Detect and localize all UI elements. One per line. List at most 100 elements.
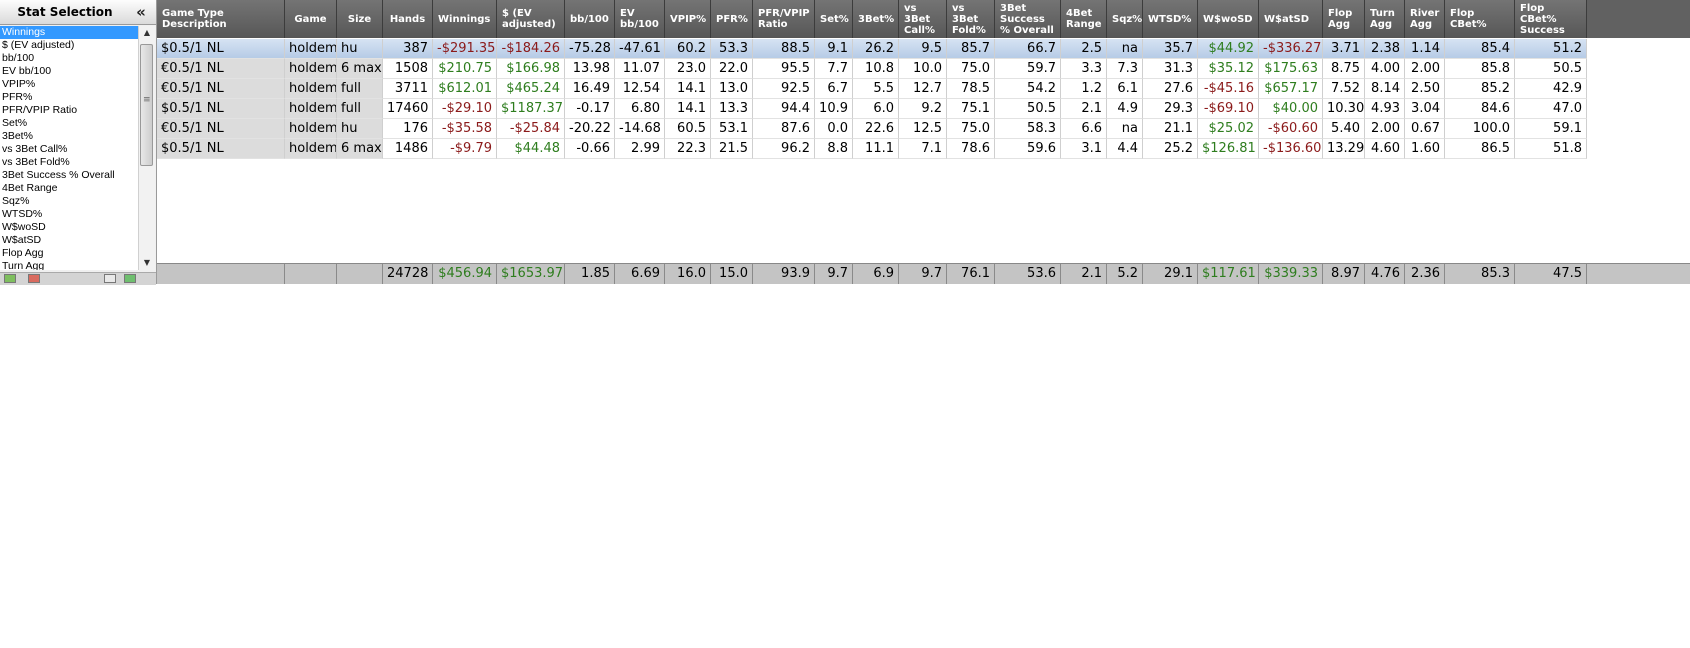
table-cell: hu (337, 119, 383, 139)
table-cell: -$25.84 (497, 119, 565, 139)
table-cell: 22.3 (665, 139, 711, 159)
column-header[interactable]: 4Bet Range (1061, 0, 1107, 38)
table-cell: -0.17 (565, 99, 615, 119)
stat-list-item[interactable]: W$atSD (0, 234, 138, 247)
column-header[interactable]: vs 3Bet Fold% (947, 0, 995, 38)
column-header[interactable]: vs 3Bet Call% (899, 0, 947, 38)
stat-list[interactable]: Winnings $ (EV adjusted) bb/100 EV bb/100 VP… (0, 26, 138, 270)
import-icon[interactable] (28, 274, 40, 283)
totals-cell (157, 264, 285, 284)
table-row[interactable]: $0.5/1 NL holdem hu 387 -$291.35 -$184.26 -75.… (157, 39, 1690, 59)
table-cell: 25.2 (1143, 139, 1198, 159)
stat-list-item[interactable]: Set% (0, 117, 138, 130)
table-cell: 2.99 (615, 139, 665, 159)
column-header[interactable]: PFR% (711, 0, 753, 38)
grid-header: Game Type Description Game Size Hands Winnin… (157, 0, 1690, 38)
stat-list-item[interactable]: PFR% (0, 91, 138, 104)
table-cell: 4.9 (1107, 99, 1143, 119)
table-cell: -$60.60 (1259, 119, 1323, 139)
table-cell: -47.61 (615, 39, 665, 59)
column-header[interactable]: Hands (383, 0, 433, 38)
table-cell: 2.00 (1365, 119, 1405, 139)
column-header[interactable]: W$woSD (1198, 0, 1259, 38)
column-header[interactable]: Flop Agg (1323, 0, 1365, 38)
column-header[interactable]: River Agg (1405, 0, 1445, 38)
settings-icon[interactable] (104, 274, 116, 283)
scroll-up-arrow-icon[interactable]: ▲ (139, 26, 155, 40)
table-cell: 6.80 (615, 99, 665, 119)
table-cell: 29.3 (1143, 99, 1198, 119)
table-cell: 1486 (383, 139, 433, 159)
table-cell: 6.1 (1107, 79, 1143, 99)
table-cell: 11.1 (853, 139, 899, 159)
table-cell: 84.6 (1445, 99, 1515, 119)
column-header[interactable]: Sqz% (1107, 0, 1143, 38)
column-header[interactable]: bb/100 (565, 0, 615, 38)
table-cell: $166.98 (497, 59, 565, 79)
stat-list-item[interactable]: 3Bet% (0, 130, 138, 143)
totals-cell: 8.97 (1323, 264, 1365, 284)
column-header[interactable]: Winnings (433, 0, 497, 38)
table-cell: 10.30 (1323, 99, 1365, 119)
stat-list-item[interactable]: Flop Agg (0, 247, 138, 260)
column-header[interactable]: $ (EV adjusted) (497, 0, 565, 38)
column-header[interactable]: VPIP% (665, 0, 711, 38)
table-cell: 12.7 (899, 79, 947, 99)
table-cell: 78.6 (947, 139, 995, 159)
stat-list-item[interactable]: W$woSD (0, 221, 138, 234)
column-header[interactable]: Size (337, 0, 383, 38)
scrollbar-thumb[interactable]: ≡ (140, 44, 153, 166)
totals-cell: 6.69 (615, 264, 665, 284)
stat-list-item[interactable]: EV bb/100 (0, 65, 138, 78)
table-cell: $465.24 (497, 79, 565, 99)
column-header[interactable]: PFR/VPIP Ratio (753, 0, 815, 38)
column-header[interactable]: Game Type Description (157, 0, 285, 38)
table-cell: 13.29 (1323, 139, 1365, 159)
column-header[interactable]: Set% (815, 0, 853, 38)
table-cell: 22.0 (711, 59, 753, 79)
stat-list-item[interactable]: PFR/VPIP Ratio (0, 104, 138, 117)
column-header[interactable]: Flop CBet% Success (1515, 0, 1587, 38)
column-header[interactable]: W$atSD (1259, 0, 1323, 38)
table-cell: 4.93 (1365, 99, 1405, 119)
stat-list-item[interactable]: vs 3Bet Fold% (0, 156, 138, 169)
table-cell: $0.5/1 NL (157, 99, 285, 119)
table-cell: 6 max (337, 59, 383, 79)
stat-list-item[interactable]: $ (EV adjusted) (0, 39, 138, 52)
stat-list-item[interactable]: vs 3Bet Call% (0, 143, 138, 156)
table-cell: 59.7 (995, 59, 1061, 79)
stat-list-item[interactable]: bb/100 (0, 52, 138, 65)
table-cell: 35.7 (1143, 39, 1198, 59)
column-header[interactable]: 3Bet Success % Overall (995, 0, 1061, 38)
stat-list-item[interactable]: WTSD% (0, 208, 138, 221)
table-cell: €0.5/1 NL (157, 79, 285, 99)
table-cell: 13.0 (711, 79, 753, 99)
stat-list-item[interactable]: VPIP% (0, 78, 138, 91)
table-row[interactable]: €0.5/1 NL holdem 6 max 1508 $210.75 $166.98 13… (157, 59, 1690, 79)
stat-list-item[interactable]: Turn Agg (0, 260, 138, 270)
stat-list-item[interactable]: Winnings (0, 26, 138, 39)
collapse-icon[interactable]: « (134, 1, 148, 23)
table-cell: 2.5 (1061, 39, 1107, 59)
table-row[interactable]: €0.5/1 NL holdem full 3711 $612.01 $465.24 16.… (157, 79, 1690, 99)
table-row[interactable]: €0.5/1 NL holdem hu 176 -$35.58 -$25.84 -20.22… (157, 119, 1690, 139)
column-header[interactable]: Game (285, 0, 337, 38)
stat-list-item[interactable]: Sqz% (0, 195, 138, 208)
scroll-down-arrow-icon[interactable]: ▼ (139, 256, 155, 270)
column-header[interactable]: EV bb/100 (615, 0, 665, 38)
table-cell: 9.1 (815, 39, 853, 59)
table-cell: 75.1 (947, 99, 995, 119)
refresh-icon[interactable] (124, 274, 136, 283)
table-cell: 5.40 (1323, 119, 1365, 139)
stat-list-item[interactable]: 3Bet Success % Overall (0, 169, 138, 182)
table-row[interactable]: $0.5/1 NL holdem 6 max 1486 -$9.79 $44.48 -0.6… (157, 139, 1690, 159)
column-header[interactable]: Flop CBet% (1445, 0, 1515, 38)
table-cell: 14.1 (665, 79, 711, 99)
column-header[interactable]: 3Bet% (853, 0, 899, 38)
export-icon[interactable] (4, 274, 16, 283)
column-header[interactable]: Turn Agg (1365, 0, 1405, 38)
stat-list-scrollbar[interactable]: ▲ ≡ ▼ (138, 26, 155, 270)
column-header[interactable]: WTSD% (1143, 0, 1198, 38)
table-row[interactable]: $0.5/1 NL holdem full 17460 -$29.10 $1187.37-… (157, 99, 1690, 119)
stat-list-item[interactable]: 4Bet Range (0, 182, 138, 195)
